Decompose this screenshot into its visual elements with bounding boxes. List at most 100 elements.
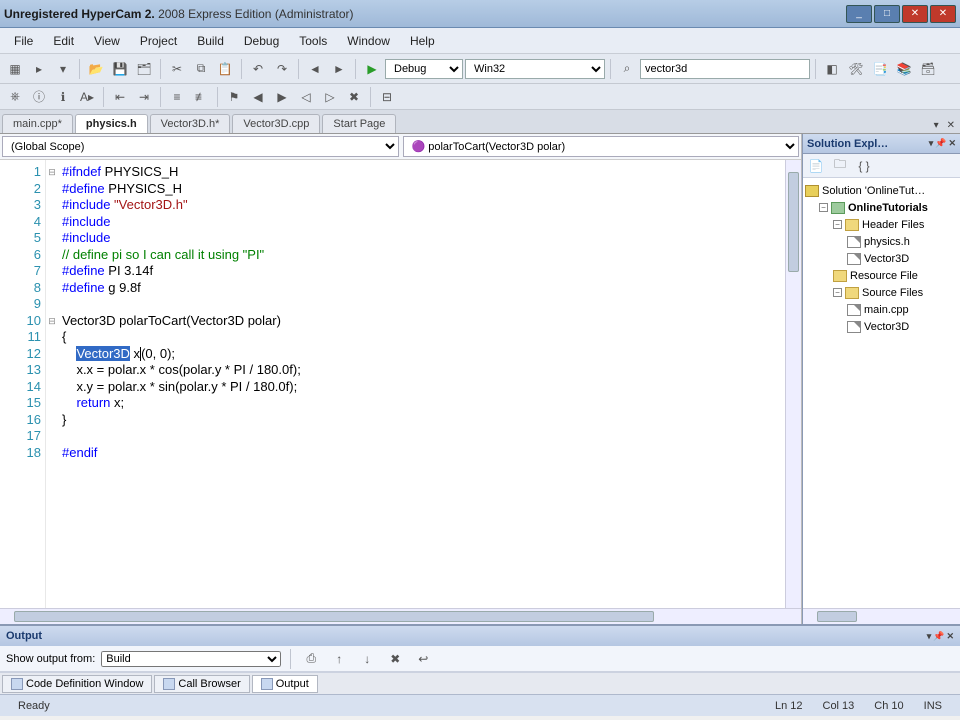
tab-output[interactable]: Output <box>252 675 318 693</box>
tab-vector3d-h[interactable]: Vector3D.h* <box>150 114 231 133</box>
bookmark-next-folder-icon[interactable]: ▷ <box>319 86 341 108</box>
quick-info-icon[interactable]: ℹ <box>52 86 74 108</box>
solution-tree[interactable]: Solution 'OnlineTut… −OnlineTutorials −H… <box>803 178 960 608</box>
redo-icon[interactable]: ↷ <box>271 58 293 80</box>
copy-icon[interactable]: ⧉ <box>190 58 212 80</box>
close-button-inner[interactable]: ✕ <box>902 5 928 23</box>
object-browser-icon[interactable]: ◧ <box>821 58 843 80</box>
horizontal-scrollbar[interactable] <box>0 608 801 624</box>
tab-start-page[interactable]: Start Page <box>322 114 396 133</box>
go-prev-icon[interactable]: ↑ <box>328 648 350 670</box>
output-source-combo[interactable]: Build <box>101 651 281 667</box>
go-next-icon[interactable]: ↓ <box>356 648 378 670</box>
word-complete-icon[interactable]: A▸ <box>76 86 98 108</box>
bookmark-prev-icon[interactable]: ◀ <box>247 86 269 108</box>
bookmark-clear-icon[interactable]: ✖ <box>343 86 365 108</box>
toolbox-icon[interactable]: 🛠 <box>845 58 867 80</box>
menu-view[interactable]: View <box>84 31 130 51</box>
expand-icon[interactable]: − <box>819 203 828 212</box>
resource-files-folder[interactable]: Resource File <box>850 270 918 282</box>
panel-close-icon[interactable]: ✕ <box>948 138 956 149</box>
menu-edit[interactable]: Edit <box>43 31 84 51</box>
decrease-indent-icon[interactable]: ⇤ <box>109 86 131 108</box>
member-combo[interactable]: 🟣 polarToCart(Vector3D polar) <box>403 136 800 157</box>
panel-horizontal-scrollbar[interactable] <box>803 608 960 624</box>
close-button[interactable]: ✕ <box>930 5 956 23</box>
source-file[interactable]: Vector3D <box>864 321 909 333</box>
output-pin-icon[interactable]: 📌 <box>933 631 944 642</box>
open-icon[interactable]: 📂 <box>85 58 107 80</box>
code-editor[interactable]: 123456789101112131415161718 ⊟⊟ #ifndef P… <box>0 160 801 608</box>
save-icon[interactable]: 💾 <box>109 58 131 80</box>
cut-icon[interactable]: ✂ <box>166 58 188 80</box>
solution-node[interactable]: Solution 'OnlineTut… <box>822 185 925 197</box>
expand-icon[interactable]: − <box>833 220 842 229</box>
source-files-folder[interactable]: Source Files <box>862 287 923 299</box>
paste-icon[interactable]: 📋 <box>214 58 236 80</box>
clear-all-icon[interactable]: ✖ <box>384 648 406 670</box>
menu-debug[interactable]: Debug <box>234 31 289 51</box>
project-node[interactable]: OnlineTutorials <box>848 202 928 214</box>
expand-icon[interactable]: − <box>833 288 842 297</box>
start-debug-icon[interactable]: ▶ <box>361 58 383 80</box>
tab-code-definition[interactable]: Code Definition Window <box>2 675 152 693</box>
menu-file[interactable]: File <box>4 31 43 51</box>
menu-project[interactable]: Project <box>130 31 187 51</box>
status-line: Ln 12 <box>765 700 813 712</box>
close-document-icon[interactable]: ✕ <box>944 120 958 131</box>
output-dropdown-icon[interactable]: ▾ <box>927 631 932 642</box>
config-combo[interactable]: Debug <box>385 59 463 79</box>
find-message-icon[interactable]: ⎙ <box>300 648 322 670</box>
uncomment-icon[interactable]: ≢ <box>190 86 212 108</box>
toggle-outline-icon[interactable]: ⊟ <box>376 86 398 108</box>
new-project-icon[interactable]: ▦ <box>4 58 26 80</box>
header-files-folder[interactable]: Header Files <box>862 219 924 231</box>
bookmark-toggle-icon[interactable]: ⚑ <box>223 86 245 108</box>
new-file-icon[interactable]: ▸ <box>28 58 50 80</box>
panel-pin-icon[interactable]: 📌 <box>935 138 946 149</box>
menu-build[interactable]: Build <box>187 31 234 51</box>
tab-main-cpp[interactable]: main.cpp* <box>2 114 73 133</box>
header-file[interactable]: Vector3D <box>864 253 909 265</box>
increase-indent-icon[interactable]: ⇥ <box>133 86 155 108</box>
platform-combo[interactable]: Win32 <box>465 59 605 79</box>
find-combo[interactable] <box>640 59 810 79</box>
solution-explorer-icon[interactable]: 🗃 <box>917 58 939 80</box>
minimize-button[interactable]: _ <box>846 5 872 23</box>
view-code-icon[interactable]: { } <box>855 157 873 175</box>
menu-help[interactable]: Help <box>400 31 445 51</box>
class-view-icon[interactable]: 📚 <box>893 58 915 80</box>
status-ready: Ready <box>8 700 60 712</box>
display-member-icon[interactable]: ⎈ <box>4 86 26 108</box>
maximize-button[interactable]: □ <box>874 5 900 23</box>
header-file[interactable]: physics.h <box>864 236 910 248</box>
tab-physics-h[interactable]: physics.h <box>75 114 148 133</box>
vertical-scrollbar[interactable] <box>785 160 801 608</box>
output-close-icon[interactable]: ✕ <box>946 631 954 642</box>
properties-icon[interactable]: 📑 <box>869 58 891 80</box>
nav-forward-icon[interactable]: ► <box>328 58 350 80</box>
menu-tools[interactable]: Tools <box>289 31 337 51</box>
word-wrap-icon[interactable]: ↩ <box>412 648 434 670</box>
menu-window[interactable]: Window <box>337 31 400 51</box>
active-files-dropdown-icon[interactable]: ▾ <box>931 120 942 131</box>
param-info-icon[interactable]: ⓘ <box>28 86 50 108</box>
nav-back-icon[interactable]: ◄ <box>304 58 326 80</box>
show-all-files-icon[interactable]: 🗀 <box>831 157 849 175</box>
panel-dropdown-icon[interactable]: ▾ <box>929 138 934 149</box>
tab-call-browser[interactable]: Call Browser <box>154 675 249 693</box>
source-file[interactable]: main.cpp <box>864 304 909 316</box>
code-lines[interactable]: #ifndef PHYSICS_H#define PHYSICS_H#inclu… <box>58 160 801 608</box>
comment-icon[interactable]: ≡ <box>166 86 188 108</box>
add-item-icon[interactable]: ▾ <box>52 58 74 80</box>
scope-combo[interactable]: (Global Scope) <box>2 136 399 157</box>
tab-vector3d-cpp[interactable]: Vector3D.cpp <box>232 114 320 133</box>
undo-icon[interactable]: ↶ <box>247 58 269 80</box>
bookmark-prev-folder-icon[interactable]: ◁ <box>295 86 317 108</box>
properties-button-icon[interactable]: 📄 <box>807 157 825 175</box>
save-all-icon[interactable]: 🗂 <box>133 58 155 80</box>
outlining-margin[interactable]: ⊟⊟ <box>46 160 58 608</box>
find-icon[interactable]: ⌕ <box>616 58 638 80</box>
statusbar: Ready Ln 12 Col 13 Ch 10 INS <box>0 694 960 716</box>
bookmark-next-icon[interactable]: ▶ <box>271 86 293 108</box>
